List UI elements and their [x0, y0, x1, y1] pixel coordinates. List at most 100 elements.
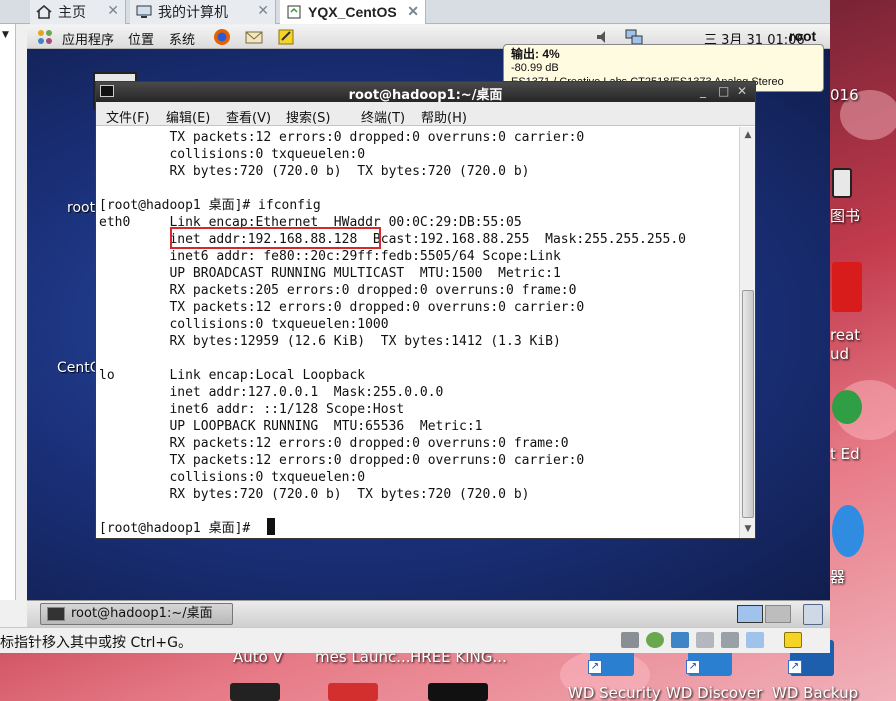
terminal-line: RX bytes:12959 (12.6 KiB) TX bytes:1412 … [99, 334, 561, 349]
terminal-window[interactable]: root@hadoop1:~/桌面 _ □ ✕ 文件(F) 编辑(E) 查看(V… [95, 81, 756, 539]
usb-icon[interactable] [746, 632, 764, 648]
desktop-icon-label[interactable]: root [67, 200, 95, 216]
terminal-line: UP LOOPBACK RUNNING MTU:65536 Metric:1 [99, 419, 483, 434]
vm-sidebar-strip [0, 24, 16, 600]
terminal-line: [root@hadoop1 桌面]# ifconfig [99, 198, 321, 213]
terminal-titlebar[interactable]: root@hadoop1:~/桌面 _ □ ✕ [96, 82, 755, 103]
workspace-2[interactable] [765, 605, 791, 623]
chevron-down-icon[interactable]: ▼ [0, 24, 14, 46]
menu-applications[interactable]: 应用程序 [62, 29, 114, 48]
scrollbar-thumb[interactable] [742, 290, 754, 518]
vm-tabbar: 主页 ✕ 我的计算机 ✕ YQX_CentOS ✕ [0, 0, 830, 24]
message-icon[interactable] [784, 632, 802, 648]
menu-system[interactable]: 系统 [169, 29, 195, 48]
firefox-icon[interactable] [212, 27, 232, 47]
volume-db: -80.99 dB [511, 62, 559, 74]
panel-user[interactable]: root [789, 28, 816, 44]
mail-icon[interactable] [244, 27, 264, 47]
tab-label: 主页 [58, 5, 86, 21]
applications-icon [35, 27, 55, 47]
sound-icon[interactable] [721, 632, 739, 648]
terminal-line: inet addr:127.0.0.1 Mask:255.0.0.0 [99, 385, 444, 400]
taskbar-window-button[interactable]: root@hadoop1:~/桌面 [40, 603, 233, 625]
guest-bottom-panel: root@hadoop1:~/桌面 [27, 600, 830, 627]
minimize-icon[interactable]: _ [700, 84, 706, 98]
maximize-icon[interactable]: □ [718, 84, 729, 98]
terminal-line: inet6 addr: fe80::20c:29ff:fedb:5505/64 … [99, 249, 561, 264]
host-icon-label[interactable]: WD Discover [666, 684, 762, 701]
vm-status-bar: 标指针移入其中或按 Ctrl+G。 [0, 627, 830, 653]
terminal-line: RX bytes:720 (720.0 b) TX bytes:720 (720… [99, 487, 530, 502]
tab-yqx-centos[interactable]: YQX_CentOS ✕ [280, 0, 426, 24]
terminal-line: lo Link encap:Local Loopback [99, 368, 366, 383]
host-shortcut-icon[interactable] [832, 390, 862, 424]
menu-view[interactable]: 查看(V) [226, 107, 271, 126]
host-icon-label[interactable]: t Ed [830, 445, 860, 463]
trash-icon[interactable] [803, 604, 823, 625]
game-shortcut-icon[interactable] [428, 683, 488, 701]
host-icon-label[interactable]: 器 [830, 566, 845, 587]
host-icon-label[interactable]: WD Security [568, 684, 661, 701]
close-icon[interactable]: ✕ [257, 3, 269, 19]
host-icon-label[interactable]: 016 [830, 86, 859, 104]
host-icon-label[interactable]: ud [830, 345, 849, 363]
terminal-scrollbar[interactable]: ▲ ▼ [739, 127, 755, 538]
terminal-icon [47, 607, 65, 621]
terminal-title: root@hadoop1:~/桌面 [348, 88, 503, 103]
menu-file[interactable]: 文件(F) [106, 107, 150, 126]
status-message: 标指针移入其中或按 Ctrl+G。 [0, 635, 192, 651]
home-icon [36, 4, 52, 19]
terminal-line: RX bytes:720 (720.0 b) TX bytes:720 (720… [99, 164, 530, 179]
game-shortcut-icon[interactable] [328, 683, 378, 701]
close-icon[interactable]: ✕ [107, 3, 119, 19]
tab-my-computer[interactable]: 我的计算机 ✕ [130, 0, 276, 24]
scroll-down-icon[interactable]: ▼ [741, 521, 755, 537]
terminal-line: collisions:0 txqueuelen:0 [99, 470, 366, 485]
terminal-line: collisions:0 txqueuelen:1000 [99, 317, 389, 332]
host-shortcut-icon[interactable] [832, 505, 864, 557]
menu-edit[interactable]: 编辑(E) [166, 107, 210, 126]
terminal-output[interactable]: TX packets:12 errors:0 dropped:0 overrun… [96, 127, 739, 538]
terminal-menubar: 文件(F) 编辑(E) 查看(V) 搜索(S) 终端(T) 帮助(H) [96, 102, 755, 126]
tab-home[interactable]: 主页 ✕ [30, 0, 126, 24]
close-icon[interactable]: ✕ [407, 3, 419, 20]
shortcut-arrow-icon: ↗ [588, 660, 602, 674]
tab-label: YQX_CentOS [308, 4, 397, 20]
scroll-up-icon[interactable]: ▲ [741, 127, 755, 143]
printer-icon[interactable] [696, 632, 714, 648]
game-shortcut-icon[interactable] [230, 683, 280, 701]
close-icon[interactable]: ✕ [737, 84, 747, 98]
terminal-line: TX packets:12 errors:0 dropped:0 overrun… [99, 130, 585, 145]
cd-icon[interactable] [646, 632, 664, 648]
terminal-prompt: [root@hadoop1 桌面]# [99, 521, 259, 536]
host-icon-label[interactable]: reat [830, 326, 860, 344]
terminal-line: collisions:0 txqueuelen:0 [99, 147, 366, 162]
host-icon-label[interactable]: WD Backup [772, 684, 858, 701]
menu-terminal[interactable]: 终端(T) [361, 107, 405, 126]
inet-addr-highlight [170, 227, 381, 249]
tab-label: 我的计算机 [158, 5, 228, 21]
computer-icon [136, 5, 152, 19]
host-shortcut-icon[interactable] [832, 168, 852, 198]
terminal-cursor [267, 518, 275, 535]
terminal-line: RX packets:205 errors:0 dropped:0 overru… [99, 283, 577, 298]
terminal-line: inet6 addr: ::1/128 Scope:Host [99, 402, 405, 417]
vm-icon [286, 5, 302, 19]
host-icon-label[interactable]: 图书 [830, 205, 860, 226]
shortcut-arrow-icon: ↗ [788, 660, 802, 674]
shortcut-arrow-icon: ↗ [686, 660, 700, 674]
network-adapter-icon[interactable] [671, 632, 689, 648]
menu-help[interactable]: 帮助(H) [421, 107, 467, 126]
host-shortcut-icon[interactable] [832, 262, 862, 312]
terminal-line: TX packets:12 errors:0 dropped:0 overrun… [99, 453, 585, 468]
menu-places[interactable]: 位置 [128, 29, 154, 48]
terminal-line: TX packets:12 errors:0 dropped:0 overrun… [99, 300, 585, 315]
terminal-line: UP BROADCAST RUNNING MULTICAST MTU:1500 … [99, 266, 561, 281]
volume-output-level: 输出: 4% [511, 47, 560, 61]
terminal-line: RX packets:12 errors:0 dropped:0 overrun… [99, 436, 569, 451]
menu-search[interactable]: 搜索(S) [286, 107, 330, 126]
hard-disk-icon[interactable] [621, 632, 639, 648]
taskbar-window-label: root@hadoop1:~/桌面 [71, 606, 213, 621]
notes-icon[interactable] [276, 27, 296, 47]
workspace-1[interactable] [737, 605, 763, 623]
